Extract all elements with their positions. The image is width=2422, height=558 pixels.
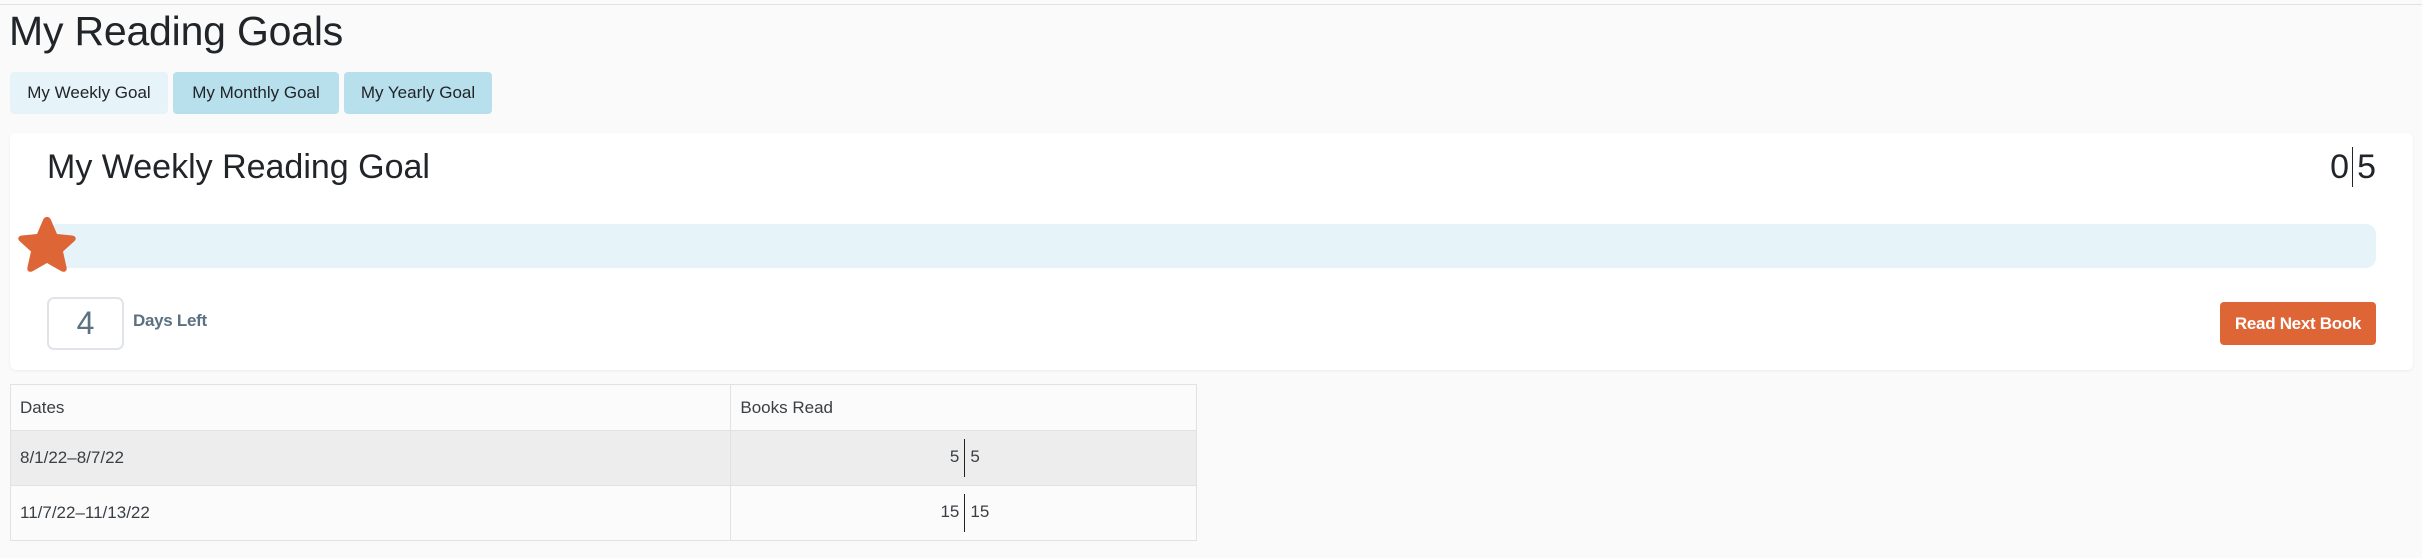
table-row: 8/1/22–8/7/22 5 5	[9, 430, 1197, 486]
goal-card-title: My Weekly Reading Goal	[47, 148, 430, 186]
books-goal-value: 15	[970, 502, 990, 521]
books-divider	[964, 439, 966, 477]
read-next-book-button[interactable]: Read Next Book	[2220, 302, 2376, 345]
books-read-value: 5	[949, 447, 960, 466]
row-dates: 8/1/22–8/7/22	[9, 430, 732, 486]
table-row: 11/7/22–11/13/22 15 15	[9, 485, 1197, 541]
page-title: My Reading Goals	[9, 8, 344, 54]
tab-monthly-goal[interactable]: My Monthly Goal	[173, 72, 339, 114]
goal-counter: 0 5	[2330, 145, 2376, 189]
books-goal-value: 5	[970, 447, 980, 466]
books-divider	[964, 494, 966, 532]
row-books-read: 5 5	[730, 430, 1197, 486]
column-header-books-read: Books Read	[730, 384, 1197, 431]
goal-tabs: My Weekly Goal My Monthly Goal My Yearly…	[10, 72, 492, 114]
column-header-dates: Dates	[9, 384, 732, 431]
books-read-count: 0	[2330, 148, 2350, 186]
star-icon	[18, 217, 76, 272]
days-left-label: Days Left	[133, 311, 207, 330]
row-dates: 11/7/22–11/13/22	[9, 485, 732, 541]
tab-yearly-goal[interactable]: My Yearly Goal	[344, 72, 492, 114]
books-goal-count: 5	[2357, 148, 2376, 186]
tab-weekly-goal[interactable]: My Weekly Goal	[10, 72, 168, 114]
reading-history-table: Dates Books Read 8/1/22–8/7/22 5 5 11/7/…	[9, 384, 1197, 541]
reading-goals-page: My Reading Goals My Weekly Goal My Month…	[0, 4, 2422, 558]
row-books-read: 15 15	[730, 485, 1197, 541]
goal-progress-bar	[47, 224, 2376, 268]
counter-divider	[2352, 147, 2354, 187]
weekly-goal-card: My Weekly Reading Goal 0 5 4 Days Left R…	[10, 133, 2413, 370]
table-header-row: Dates Books Read	[9, 384, 1197, 431]
books-read-value: 15	[940, 502, 960, 521]
days-left-value: 4	[47, 297, 124, 350]
